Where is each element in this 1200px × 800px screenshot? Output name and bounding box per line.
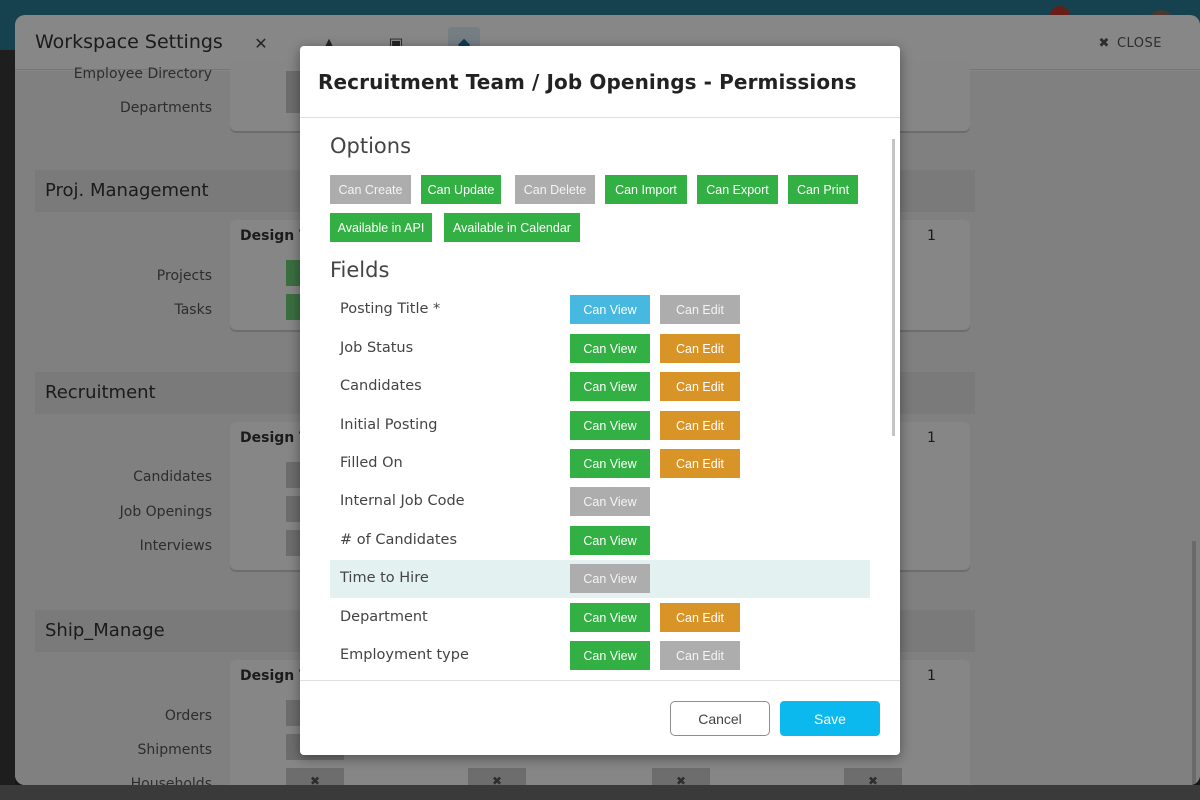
can-view-toggle[interactable]: Can View — [570, 564, 650, 593]
modal-scrollbar[interactable] — [892, 139, 895, 436]
fields-heading: Fields — [330, 258, 390, 282]
field-label: Internal Job Code — [340, 493, 465, 509]
can-edit-toggle[interactable]: Can Edit — [660, 641, 740, 670]
can-view-toggle[interactable]: Can View — [570, 411, 650, 440]
cancel-button[interactable]: Cancel — [670, 701, 770, 736]
field-row: Posting Title * Can View Can Edit — [330, 291, 870, 329]
option-toggle[interactable]: Can Print — [788, 175, 858, 204]
option-toggle[interactable]: Can Update — [421, 175, 501, 204]
modal-header: Recruitment Team / Job Openings - Permis… — [300, 46, 900, 118]
can-view-toggle[interactable]: Can View — [570, 334, 650, 363]
can-view-toggle[interactable]: Can View — [570, 487, 650, 516]
field-row: Time to Hire Can View — [330, 560, 870, 598]
field-row: Employment type Can View Can Edit — [330, 637, 870, 675]
can-edit-toggle[interactable]: Can Edit — [660, 603, 740, 632]
can-edit-toggle[interactable]: Can Edit — [660, 295, 740, 324]
can-edit-toggle[interactable]: Can Edit — [660, 449, 740, 478]
option-toggle[interactable]: Available in Calendar — [444, 213, 580, 242]
field-label: Employment type — [340, 647, 469, 663]
field-row: # of Candidates Can View — [330, 522, 870, 560]
options-heading: Options — [330, 134, 412, 158]
save-button[interactable]: Save — [780, 701, 880, 736]
field-label: Candidates — [340, 378, 422, 394]
field-row: Initial Posting Can View Can Edit — [330, 407, 870, 445]
option-toggle[interactable]: Can Delete — [515, 175, 595, 204]
can-edit-toggle[interactable]: Can Edit — [660, 372, 740, 401]
field-label: Filled On — [340, 455, 403, 471]
field-label: Initial Posting — [340, 417, 438, 433]
field-label: Department — [340, 609, 428, 625]
permissions-modal: Recruitment Team / Job Openings - Permis… — [300, 46, 900, 755]
field-label: Posting Title * — [340, 301, 441, 317]
field-row: Internal Job Code Can View — [330, 483, 870, 521]
modal-title: Recruitment Team / Job Openings - Permis… — [318, 70, 857, 94]
can-view-toggle[interactable]: Can View — [570, 295, 650, 324]
option-toggle[interactable]: Can Create — [330, 175, 411, 204]
can-edit-toggle[interactable]: Can Edit — [660, 334, 740, 363]
option-toggle[interactable]: Available in API — [330, 213, 432, 242]
field-row: Filled On Can View Can Edit — [330, 445, 870, 483]
field-row: Department Can View Can Edit — [330, 599, 870, 637]
option-toggle[interactable]: Can Export — [697, 175, 778, 204]
can-view-toggle[interactable]: Can View — [570, 603, 650, 632]
can-view-toggle[interactable]: Can View — [570, 372, 650, 401]
can-edit-toggle[interactable]: Can Edit — [660, 411, 740, 440]
field-label: Time to Hire — [340, 570, 429, 586]
field-row: Candidates Can View Can Edit — [330, 368, 870, 406]
option-toggle[interactable]: Can Import — [605, 175, 687, 204]
can-view-toggle[interactable]: Can View — [570, 641, 650, 670]
can-view-toggle[interactable]: Can View — [570, 449, 650, 478]
can-view-toggle[interactable]: Can View — [570, 526, 650, 555]
field-label: Job Status — [340, 340, 414, 356]
field-row: Job Status Can View Can Edit — [330, 330, 870, 368]
field-label: # of Candidates — [340, 532, 458, 548]
modal-body: Options Can Create Can Update Can Delete Ca… — [300, 119, 900, 680]
modal-footer: Cancel Save — [300, 680, 900, 755]
